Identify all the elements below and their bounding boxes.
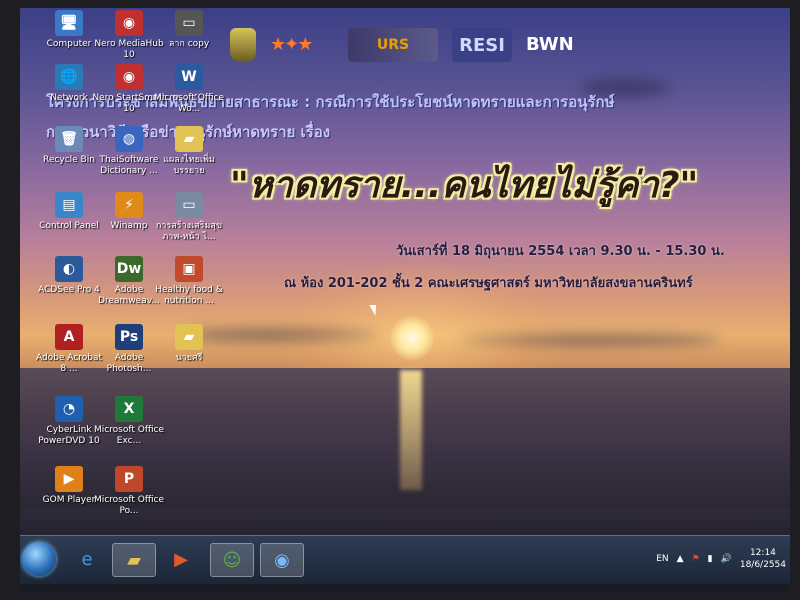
- desktop-shortcut[interactable]: P Microsoft Office Po...: [92, 466, 166, 517]
- folder-2-icon: ▰: [175, 324, 203, 350]
- resi-logo: RESI: [452, 28, 512, 62]
- desktop-shortcut[interactable]: ▰ นายศรี: [152, 324, 226, 364]
- thaisoftware-dictionary-icon: ◍: [115, 126, 143, 152]
- recycle-bin-icon: 🗑: [55, 126, 83, 152]
- control-panel-icon: ▤: [55, 192, 83, 218]
- sponsor-logos: ★✦★ URS RESI BWN: [230, 22, 606, 68]
- desktop-shortcut-label: แผลงไทยเพิ่มบรรยาย: [163, 155, 215, 176]
- desktop-shortcut[interactable]: ▭ ลาก copy: [152, 10, 226, 50]
- gom-player-icon: ▶: [55, 466, 83, 492]
- folder-icon: ▰: [175, 126, 203, 152]
- banner-venue: ณ ห้อง 201-202 ชั้น 2 คณะเศรษฐศาสตร์ มหา…: [284, 276, 693, 291]
- office-excel-icon: X: [115, 396, 143, 422]
- desktop-shortcut-label: ลาก copy: [168, 39, 210, 49]
- network-icon: 🌐: [55, 64, 83, 90]
- desktop-shortcut[interactable]: X Microsoft Office Exc...: [92, 396, 166, 447]
- desktop-shortcut[interactable]: ▣ Healthy food & nutrition ...: [152, 256, 226, 307]
- taskbar: e ▰ ▶ ☺ ◉ EN ▲ ⚑ ▮ 🔊 12:14 18/6/2554: [20, 535, 790, 584]
- desktop: ★✦★ URS RESI BWN โครงการประชาสัมพันธ์ขยา…: [20, 8, 790, 593]
- eye-taskbar-icon[interactable]: ◉: [260, 543, 304, 577]
- sun-shape: [390, 316, 434, 360]
- healthy-food-icon: ▣: [175, 256, 203, 282]
- media-player-taskbar-icon[interactable]: ▶: [160, 543, 202, 575]
- office-powerpoint-icon: P: [115, 466, 143, 492]
- clock-date: 18/6/2554: [739, 560, 786, 570]
- system-tray: EN ▲ ⚑ ▮ 🔊 12:14 18/6/2554: [656, 544, 786, 574]
- flag-icon[interactable]: ⚑: [692, 554, 700, 564]
- nero-mediahub-icon: ◉: [115, 10, 143, 36]
- banner-headline: "หาดทราย...คนไทยไม่รู้ค่า?": [230, 165, 699, 206]
- nero-startsmart-icon: ◉: [115, 64, 143, 90]
- sun-reflection: [400, 370, 422, 490]
- urs-logo: URS: [348, 28, 438, 62]
- acrobat-icon: A: [55, 324, 83, 350]
- office-word-icon: W: [175, 64, 203, 90]
- network-tray-icon[interactable]: ▮: [708, 554, 713, 564]
- dreamweaver-icon: Dw: [115, 256, 143, 282]
- photoshop-icon: Ps: [115, 324, 143, 350]
- winamp-icon: ⚡: [115, 192, 143, 218]
- seal-logo: [230, 28, 256, 62]
- tray-arrow-icon[interactable]: ▲: [677, 554, 684, 564]
- volume-icon[interactable]: 🔊: [721, 554, 732, 564]
- language-indicator[interactable]: EN: [656, 554, 668, 564]
- copy-icon: ▭: [175, 10, 203, 36]
- messenger-taskbar-icon[interactable]: ☺: [210, 543, 254, 577]
- stars-logo: ★✦★: [270, 34, 313, 55]
- desktop-shortcut-label: นายศรี: [175, 353, 203, 363]
- desktop-shortcut-label: การสร้างเสริมสุขภาพ-หน้า ไ...: [155, 221, 223, 242]
- desktop-shortcut-label: Microsoft Office Po...: [93, 495, 165, 516]
- desktop-shortcut-label: Healthy food & nutrition ...: [155, 285, 223, 306]
- powerdvd-icon: ◔: [55, 396, 83, 422]
- desktop-shortcut[interactable]: ▰ แผลงไทยเพิ่มบรรยาย: [152, 126, 226, 177]
- document-shortcut-icon: ▭: [175, 192, 203, 218]
- ie-taskbar-icon[interactable]: e: [66, 543, 108, 575]
- desktop-shortcut-label: Microsoft Office Exc...: [93, 425, 165, 446]
- acdsee-icon: ◐: [55, 256, 83, 282]
- desktop-shortcut-label: Microsoft Office Wo...: [153, 93, 225, 114]
- desktop-shortcut[interactable]: W Microsoft Office Wo...: [152, 64, 226, 115]
- bwn-logo: BWN: [526, 34, 574, 55]
- start-button[interactable]: [22, 542, 56, 576]
- clock[interactable]: 12:14 18/6/2554: [740, 547, 786, 571]
- explorer-taskbar-icon[interactable]: ▰: [112, 543, 156, 577]
- desktop-shortcut[interactable]: ▭ การสร้างเสริมสุขภาพ-หน้า ไ...: [152, 192, 226, 243]
- banner-dateline: วันเสาร์ที่ 18 มิถุนายน 2554 เวลา 9.30 น…: [396, 244, 725, 259]
- clock-time: 12:14: [749, 548, 776, 558]
- computer-icon: 🖥: [55, 10, 83, 36]
